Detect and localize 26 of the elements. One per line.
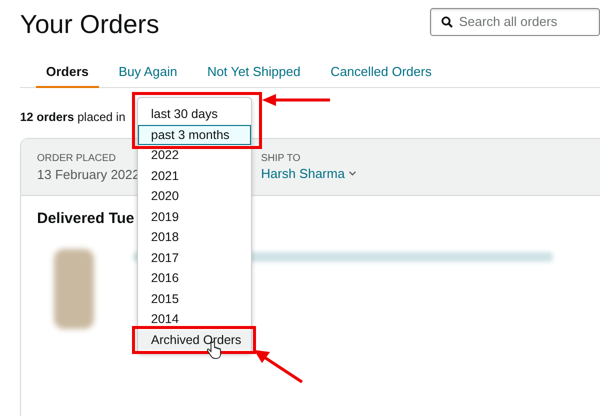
order-placed-label: ORDER PLACED	[37, 152, 116, 166]
ship-to-link[interactable]: Harsh Sharma	[261, 164, 356, 184]
dropdown-option[interactable]: 2019	[138, 206, 251, 227]
dropdown-option[interactable]: 2018	[138, 227, 251, 248]
dropdown-option[interactable]: past 3 months	[138, 124, 251, 145]
tab[interactable]: Buy Again	[108, 62, 188, 88]
dropdown-option[interactable]: 2021	[138, 166, 251, 186]
dropdown-option[interactable]: last 30 days	[138, 104, 251, 124]
tab[interactable]: Not Yet Shipped	[197, 62, 310, 88]
ship-to-label: SHIP TO	[261, 152, 300, 166]
tab[interactable]: Cancelled Orders	[320, 62, 442, 88]
delivery-status: Delivered Tue	[37, 209, 134, 229]
search-input: Search all orders	[459, 12, 599, 32]
dropdown-option[interactable]: 2016	[138, 268, 251, 288]
arrow-icon	[262, 94, 332, 106]
search-field[interactable]: Search all orders	[430, 8, 600, 36]
chevron-down-icon	[348, 171, 356, 176]
page-title: Your Orders	[20, 8, 160, 40]
orders-summary: 12 orders placed in	[20, 108, 126, 126]
dropdown-option[interactable]: 2015	[138, 288, 251, 309]
arrow-icon	[254, 350, 304, 384]
tab[interactable]: Orders	[36, 62, 99, 88]
search-icon	[441, 16, 453, 28]
dropdown-option[interactable]: Archived Orders	[138, 330, 251, 350]
dropdown-option[interactable]: 2020	[138, 186, 251, 206]
dropdown-option[interactable]: 2017	[138, 248, 251, 268]
